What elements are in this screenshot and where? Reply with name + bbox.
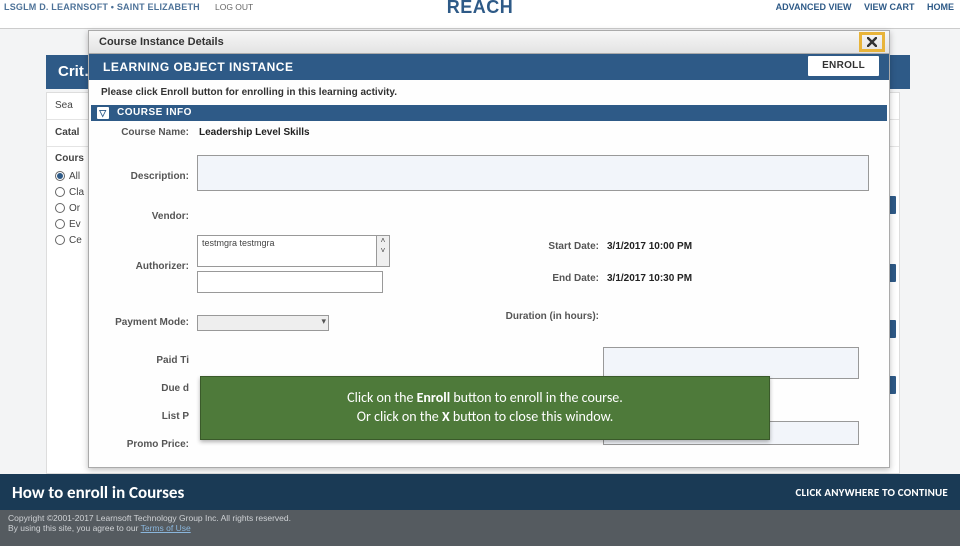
label-end-date: End Date: <box>479 273 599 284</box>
close-button[interactable] <box>859 32 885 52</box>
value-start-date: 3/1/2017 10:00 PM <box>607 241 692 252</box>
radio-icon[interactable] <box>55 171 65 181</box>
authorizer-field[interactable]: testmgra testmgra ˄˅ <box>197 235 377 267</box>
course-info-title: COURSE INFO <box>117 107 192 118</box>
footer-copyright: Copyright ©2001-2017 Learnsoft Technolog… <box>8 513 952 523</box>
label-payment-mode: Payment Mode: <box>89 317 189 328</box>
enroll-button[interactable]: ENROLL <box>808 56 879 76</box>
advanced-view-link[interactable]: ADVANCED VIEW <box>776 2 852 12</box>
radio-icon[interactable] <box>55 203 65 213</box>
loi-title: LEARNING OBJECT INSTANCE <box>103 60 293 74</box>
label-due: Due d <box>89 383 189 394</box>
label-description: Description: <box>89 171 189 182</box>
tooltip-line-2: Or click on the X button to close this w… <box>347 408 623 427</box>
authorizer-field-2[interactable] <box>197 271 383 293</box>
value-course-name: Leadership Level Skills <box>199 127 310 138</box>
view-cart-link[interactable]: VIEW CART <box>864 2 915 12</box>
label-authorizer: Authorizer: <box>89 261 189 272</box>
label-duration: Duration (in hours): <box>479 311 599 322</box>
payment-mode-select[interactable] <box>197 315 329 331</box>
radio-icon[interactable] <box>55 187 65 197</box>
enroll-instruction: Please click Enroll button for enrolling… <box>89 80 889 105</box>
tooltip-line-1: Click on the Enroll button to enroll in … <box>347 389 623 408</box>
label-paid: Paid Ti <box>89 355 189 366</box>
home-link[interactable]: HOME <box>927 2 954 12</box>
lesson-title: How to enroll in Courses <box>12 482 184 503</box>
radio-icon[interactable] <box>55 235 65 245</box>
description-field[interactable] <box>197 155 869 191</box>
topnav-right: ADVANCED VIEW VIEW CART HOME <box>766 2 954 12</box>
right-field-1[interactable] <box>603 347 859 379</box>
value-end-date: 3/1/2017 10:30 PM <box>607 273 692 284</box>
label-course-name: Course Name: <box>89 127 189 138</box>
label-list-price: List P <box>89 411 189 422</box>
label-promo: Promo Price: <box>89 439 189 450</box>
terms-of-use-link[interactable]: Terms of Use <box>141 523 191 533</box>
textarea-scroll-icon[interactable]: ˄˅ <box>377 235 390 267</box>
modal-titlebar: Course Instance Details <box>89 31 889 54</box>
lesson-bottom-bar[interactable]: How to enroll in Courses CLICK ANYWHERE … <box>0 474 960 510</box>
label-vendor: Vendor: <box>89 211 189 222</box>
close-icon <box>867 37 877 47</box>
authorizer-value: testmgra testmgra <box>202 238 275 248</box>
modal-title: Course Instance Details <box>99 36 224 48</box>
collapse-icon[interactable]: ▽ <box>97 107 109 119</box>
page-footer: Copyright ©2001-2017 Learnsoft Technolog… <box>0 510 960 546</box>
instruction-tooltip: Click on the Enroll button to enroll in … <box>200 376 770 440</box>
click-to-continue[interactable]: CLICK ANYWHERE TO CONTINUE <box>795 486 948 499</box>
footer-agree: By using this site, you agree to our <box>8 523 141 533</box>
top-navbar: LSGLM D. LEARNSOFT • SAINT ELIZABETH LOG… <box>0 0 960 29</box>
label-start-date: Start Date: <box>479 241 599 252</box>
radio-icon[interactable] <box>55 219 65 229</box>
loi-header: LEARNING OBJECT INSTANCE ENROLL <box>89 54 889 80</box>
course-info-header[interactable]: ▽ COURSE INFO <box>91 105 887 121</box>
